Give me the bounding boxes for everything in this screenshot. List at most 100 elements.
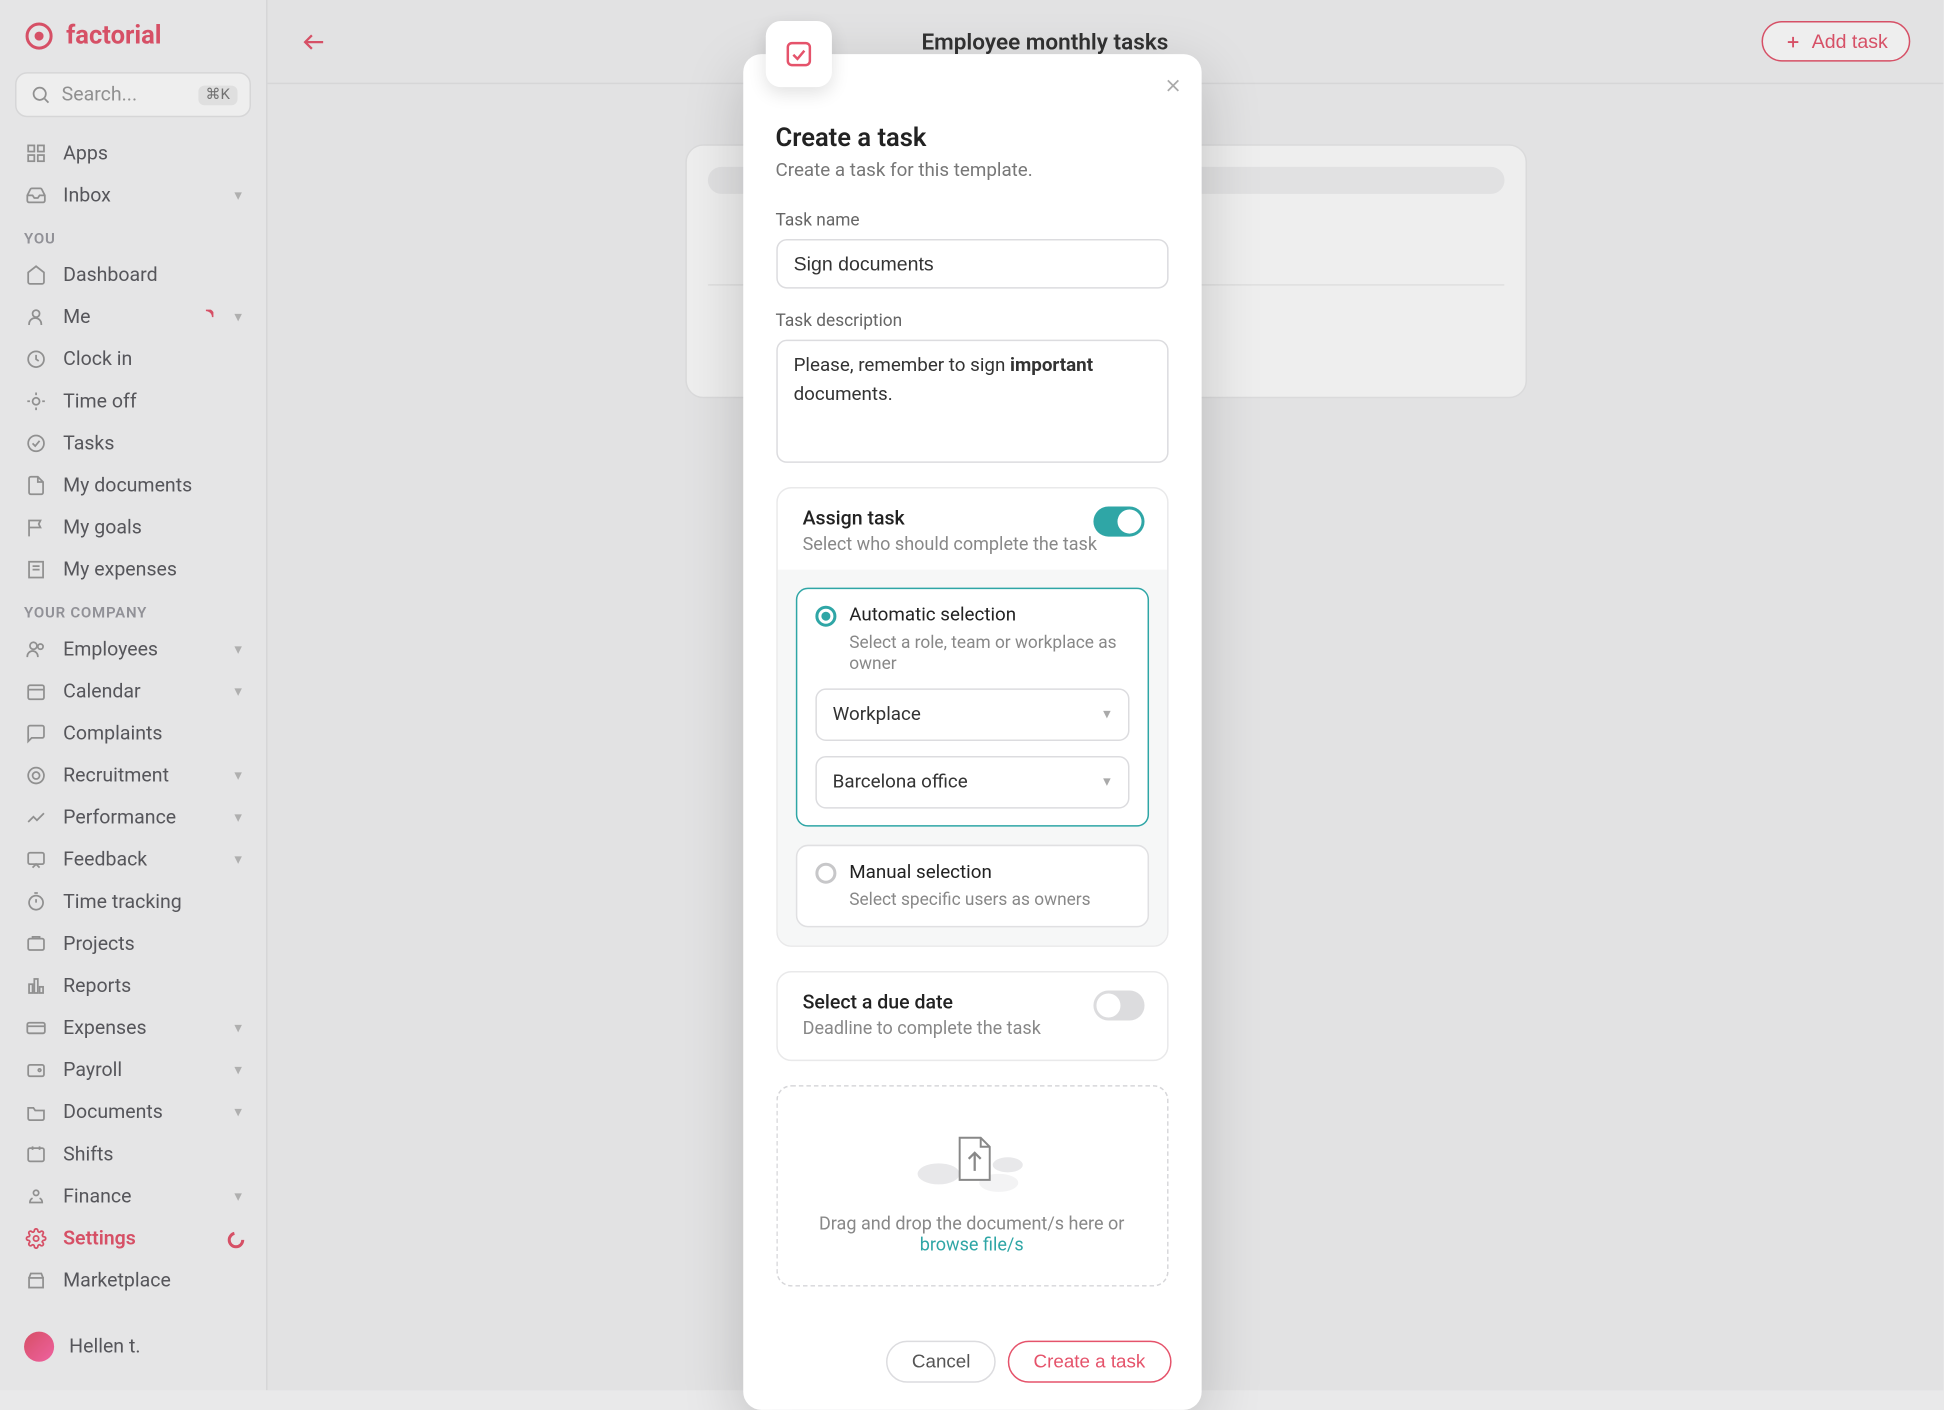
back-button[interactable] xyxy=(301,28,328,55)
nav-timeoff[interactable]: Time off xyxy=(0,380,266,422)
assign-type-select[interactable]: Workplace ▾ xyxy=(815,688,1129,741)
assign-subtitle: Select who should complete the task xyxy=(803,534,1141,555)
manual-title: Manual selection xyxy=(849,861,992,884)
bar-chart-icon xyxy=(24,974,48,998)
home-icon xyxy=(24,263,48,287)
add-task-button[interactable]: Add task xyxy=(1762,21,1910,62)
nav-label: Marketplace xyxy=(63,1269,171,1292)
folder2-icon xyxy=(24,1100,48,1124)
nav-apps[interactable]: Apps xyxy=(0,132,266,174)
nav-label: Time off xyxy=(63,390,136,413)
nav-documents[interactable]: Documents▾ xyxy=(0,1091,266,1133)
assign-toggle[interactable] xyxy=(1093,507,1144,537)
select-value: Barcelona office xyxy=(833,771,968,794)
chat-icon xyxy=(24,848,48,872)
message-icon xyxy=(24,721,48,745)
nav-label: My documents xyxy=(63,474,192,497)
nav-performance[interactable]: Performance▾ xyxy=(0,797,266,839)
nav-dashboard[interactable]: Dashboard xyxy=(0,254,266,296)
schedule-icon xyxy=(24,1142,48,1166)
sun-icon xyxy=(24,389,48,413)
browse-files-link[interactable]: browse file/s xyxy=(920,1234,1024,1255)
chevron-down-icon: ▾ xyxy=(1103,774,1111,791)
nav-mygoals[interactable]: My goals xyxy=(0,507,266,549)
task-desc-label: Task description xyxy=(776,310,1168,331)
current-user[interactable]: Hellen t. xyxy=(0,1323,266,1371)
nav-settings[interactable]: Settings xyxy=(0,1217,266,1259)
duedate-title: Select a due date xyxy=(803,992,1141,1015)
nav-label: Performance xyxy=(63,806,176,829)
nav-clockin[interactable]: Clock in xyxy=(0,338,266,380)
dropzone-text: Drag and drop the document/s here or bro… xyxy=(792,1213,1151,1255)
select-value: Workplace xyxy=(833,703,921,726)
nav-employees[interactable]: Employees▾ xyxy=(0,628,266,670)
nav-label: Employees xyxy=(63,638,158,661)
nav-tasks[interactable]: Tasks xyxy=(0,422,266,464)
duedate-subtitle: Deadline to complete the task xyxy=(803,1018,1141,1039)
page-title: Employee monthly tasks xyxy=(328,28,1762,55)
nav-expenses[interactable]: Expenses▾ xyxy=(0,1007,266,1049)
create-task-button[interactable]: Create a task xyxy=(1008,1341,1171,1383)
nav-marketplace[interactable]: Marketplace xyxy=(0,1260,266,1302)
nav-label: Complaints xyxy=(63,722,162,745)
auto-subtitle: Select a role, team or workplace as owne… xyxy=(849,631,1129,673)
nav-complaints[interactable]: Complaints xyxy=(0,712,266,754)
nav-myexpenses[interactable]: My expenses xyxy=(0,549,266,591)
task-name-input[interactable] xyxy=(776,239,1168,289)
nav-mydocs[interactable]: My documents xyxy=(0,464,266,506)
radio-icon xyxy=(815,605,836,626)
assign-section: Assign task Select who should complete t… xyxy=(776,487,1168,947)
nav-feedback[interactable]: Feedback▾ xyxy=(0,839,266,881)
add-task-label: Add task xyxy=(1812,30,1888,53)
section-company: YOUR COMPANY xyxy=(0,591,266,629)
nav-label: Calendar xyxy=(63,680,141,703)
assign-value-select[interactable]: Barcelona office ▾ xyxy=(815,756,1129,809)
card-icon xyxy=(24,1016,48,1040)
nav-label: Settings xyxy=(63,1227,136,1250)
modal-subtitle: Create a task for this template. xyxy=(776,159,1168,182)
task-desc-text: documents. xyxy=(794,383,893,406)
nav-finance[interactable]: Finance▾ xyxy=(0,1175,266,1217)
nav-shifts[interactable]: Shifts xyxy=(0,1133,266,1175)
nav-inbox[interactable]: Inbox ▾ xyxy=(0,174,266,216)
nav-me[interactable]: Me ▾ xyxy=(0,296,266,338)
radio-icon xyxy=(815,862,836,883)
chart-icon xyxy=(24,806,48,830)
nav-label: Payroll xyxy=(63,1059,122,1082)
clock-icon xyxy=(24,347,48,371)
duedate-section: Select a due date Deadline to complete t… xyxy=(776,971,1168,1061)
auto-selection-option[interactable]: Automatic selection Select a role, team … xyxy=(795,588,1148,827)
nav-label: Tasks xyxy=(63,432,114,455)
nav-recruitment[interactable]: Recruitment▾ xyxy=(0,755,266,797)
file-dropzone[interactable]: Drag and drop the document/s here or bro… xyxy=(776,1085,1168,1286)
wallet-icon xyxy=(24,1058,48,1082)
nav-reports[interactable]: Reports xyxy=(0,965,266,1007)
manual-selection-option[interactable]: Manual selection Select specific users a… xyxy=(795,845,1148,928)
search-input[interactable]: Search... ⌘K xyxy=(15,72,251,117)
store-icon xyxy=(24,1269,48,1293)
loading-dot xyxy=(198,310,213,325)
task-desc-input[interactable]: Please, remember to sign important docum… xyxy=(776,340,1168,463)
nav-label: Expenses xyxy=(63,1017,146,1040)
modal-title: Create a task xyxy=(776,123,1168,153)
chevron-down-icon: ▾ xyxy=(234,1188,242,1205)
nav-timetracking[interactable]: Time tracking xyxy=(0,881,266,923)
modal-badge xyxy=(765,21,831,87)
document-icon xyxy=(24,473,48,497)
assign-body: Automatic selection Select a role, team … xyxy=(777,570,1166,946)
cancel-button[interactable]: Cancel xyxy=(886,1341,996,1383)
close-button[interactable] xyxy=(1162,75,1183,96)
nav-label: Me xyxy=(63,306,90,329)
folder-icon xyxy=(24,932,48,956)
nav-calendar[interactable]: Calendar▾ xyxy=(0,670,266,712)
nav-projects[interactable]: Projects xyxy=(0,923,266,965)
nav-label: Apps xyxy=(63,142,108,165)
duedate-toggle[interactable] xyxy=(1093,990,1144,1020)
nav-label: Dashboard xyxy=(63,264,158,287)
task-desc-bold: important xyxy=(1010,355,1093,378)
assign-header: Assign task Select who should complete t… xyxy=(777,488,1166,569)
nav-payroll[interactable]: Payroll▾ xyxy=(0,1049,266,1091)
nav-label: Documents xyxy=(63,1101,163,1124)
calendar-icon xyxy=(24,679,48,703)
create-task-modal: Create a task Create a task for this tem… xyxy=(742,54,1200,1410)
